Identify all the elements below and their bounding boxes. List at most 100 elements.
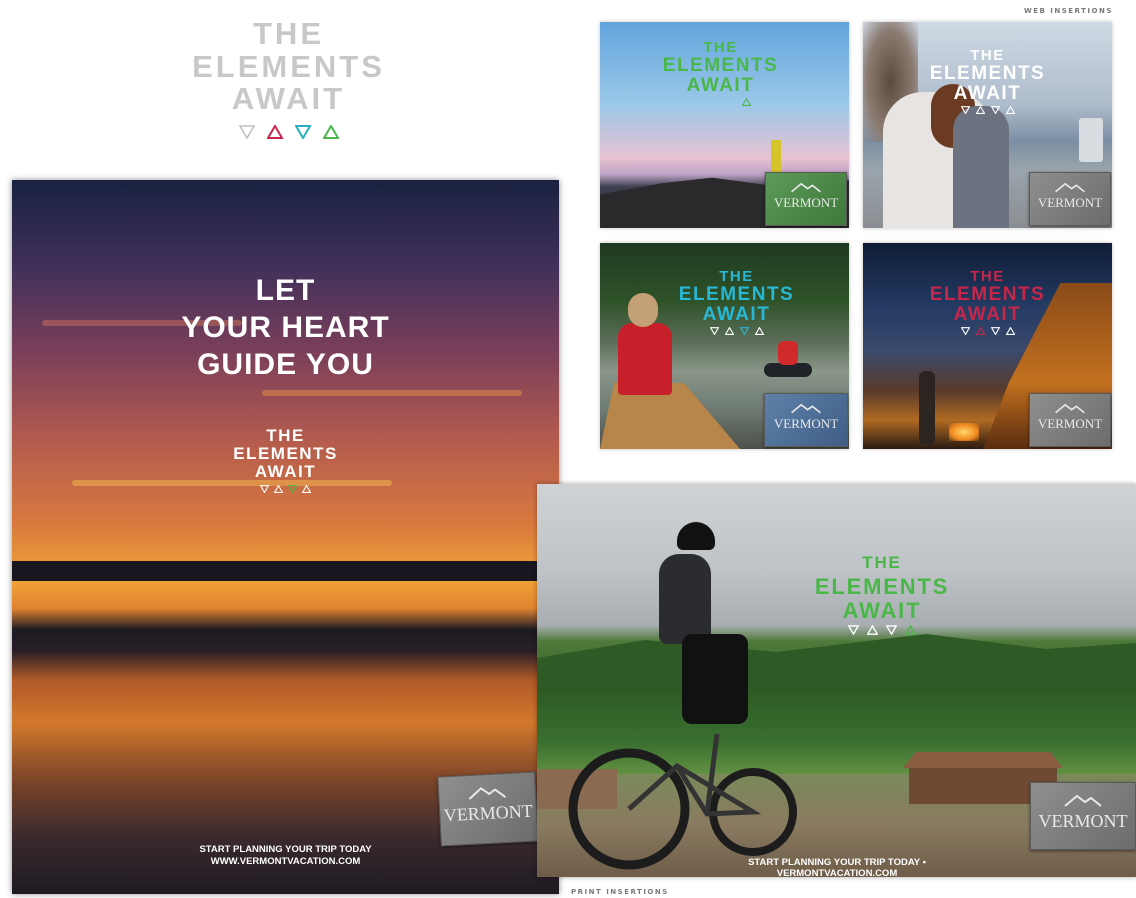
poster-headline: LET YOUR HEART GUIDE YOU — [12, 272, 559, 383]
vermont-tag-label: VERMONT — [1037, 195, 1103, 210]
tile-logo-text: THE ELEMENTS AWAIT — [600, 40, 845, 96]
triangle-up-green-icon — [742, 97, 751, 106]
vermont-tag: VERMONT — [437, 771, 539, 847]
tile-triangles — [863, 105, 1112, 114]
triangle-up-icon — [724, 326, 734, 335]
camper-figure — [919, 371, 935, 445]
web-insertions-caption: WEB INSERTIONS — [1024, 7, 1113, 15]
bike-ad-logo-line: AWAIT — [842, 598, 922, 623]
header-logo: THE ELEMENTS AWAIT — [186, 16, 391, 139]
tile-logo: THE ELEMENTS AWAIT — [863, 269, 1112, 335]
bike-ad-logo-text: THE ELEMENTS AWAIT — [757, 551, 1007, 623]
tile-logo: THE ELEMENTS AWAIT — [612, 269, 849, 335]
tile-triangles — [863, 326, 1112, 335]
tile-logo-text: THE ELEMENTS AWAIT — [863, 48, 1112, 104]
bike-ad-logo: THE ELEMENTS AWAIT — [757, 551, 1007, 635]
tile-logo-line: THE — [719, 268, 754, 285]
tile-logo-line: ELEMENTS — [662, 54, 779, 76]
vermont-tag-label: VERMONT — [1038, 811, 1128, 831]
vermont-tag: VERMONT — [765, 172, 847, 226]
poster-cta-line: WWW.VERMONTVACATION.COM — [210, 856, 361, 867]
triangle-up-green-icon — [322, 124, 339, 139]
mountain-icon — [791, 182, 821, 193]
mountain-icon — [468, 787, 506, 800]
vermont-tag: VERMONT — [764, 393, 848, 447]
poster-logo: THE ELEMENTS AWAIT — [12, 427, 559, 493]
triangle-down-icon — [960, 105, 970, 114]
rider-shorts — [682, 634, 748, 724]
triangle-up-icon — [867, 625, 878, 635]
tile-logo-line: ELEMENTS — [929, 62, 1046, 84]
vermont-tag-label: VERMONT — [1037, 416, 1103, 431]
poster-logo-line: AWAIT — [254, 461, 317, 481]
campfire — [949, 423, 979, 441]
vermont-tag: VERMONT — [1029, 172, 1111, 226]
tile-logo-line: THE — [703, 39, 738, 56]
tile-triangles — [612, 326, 849, 335]
triangle-down-icon — [848, 625, 859, 635]
poster-cta-line: START PLANNING YOUR TRIP TODAY — [199, 844, 372, 855]
triangle-down-teal-icon — [294, 124, 311, 139]
mountain-icon — [1064, 794, 1102, 807]
bike-ad-logo-line: THE — [862, 553, 902, 572]
rider-backpack — [659, 554, 711, 644]
header-logo-line: AWAIT — [231, 81, 346, 117]
vermont-tag-label: VERMONT — [773, 195, 839, 210]
poster-logo-line: THE — [266, 426, 305, 445]
triangle-up-icon — [1005, 326, 1015, 335]
header-logo-line: THE — [253, 16, 324, 51]
kayaker — [778, 341, 798, 365]
bike-ad-triangles — [757, 625, 1007, 635]
triangle-up-red-icon — [975, 326, 985, 335]
tile-logo-line: THE — [970, 47, 1005, 64]
triangle-up-red-icon — [266, 124, 283, 139]
triangle-down-teal-icon — [739, 326, 749, 335]
poster-logo-text: THE ELEMENTS AWAIT — [12, 427, 559, 481]
poster-triangles — [12, 484, 559, 493]
lighthouse — [1079, 118, 1103, 162]
mountain-icon — [791, 403, 821, 414]
triangle-up-icon — [754, 326, 764, 335]
tile-logo-line: ELEMENTS — [929, 283, 1046, 305]
kayak — [764, 363, 812, 377]
tile-logo-line: THE — [970, 268, 1005, 285]
rider-helmet — [677, 522, 715, 550]
tile-logo-text: THE ELEMENTS AWAIT — [863, 269, 1112, 325]
tile-logo-line: AWAIT — [953, 82, 1022, 104]
triangle-up-icon — [274, 484, 283, 493]
sky-streak — [262, 390, 522, 396]
horizon-treeline — [12, 561, 559, 581]
poster-cta: START PLANNING YOUR TRIP TODAY WWW.VERMO… — [12, 844, 559, 868]
tile-logo-line: AWAIT — [953, 303, 1022, 325]
triangle-down-icon — [990, 105, 1000, 114]
bike-ad-cta: START PLANNING YOUR TRIP TODAY • VERMONT… — [748, 857, 926, 877]
man-figure — [953, 106, 1009, 228]
hiker-figure — [771, 140, 781, 172]
print-insertions-caption: PRINT INSERTIONS — [571, 888, 669, 896]
tile-logo-line: AWAIT — [702, 303, 771, 325]
poster-logo-line: ELEMENTS — [233, 443, 338, 463]
triangle-down-green-icon — [288, 484, 297, 493]
sunset-poster: LET YOUR HEART GUIDE YOU THE ELEMENTS AW… — [12, 180, 559, 894]
tile-logo-line: ELEMENTS — [678, 283, 795, 305]
triangle-up-icon — [975, 105, 985, 114]
triangle-down-icon — [260, 484, 269, 493]
headline-line: YOUR HEART — [181, 311, 390, 344]
web-tile-campfire: THE ELEMENTS AWAIT VERMONT — [863, 243, 1112, 449]
headline-line: GUIDE YOU — [197, 348, 374, 381]
web-tile-paddlers: THE ELEMENTS AWAIT VERMONT — [600, 243, 849, 449]
header-logo-text: THE ELEMENTS AWAIT — [186, 16, 391, 117]
header-triangles — [186, 124, 391, 139]
triangle-down-outline-icon — [238, 124, 255, 139]
triangle-down-icon — [886, 625, 897, 635]
triangle-down-icon — [960, 326, 970, 335]
triangle-down-icon — [709, 326, 719, 335]
vermont-tag-label: VERMONT — [443, 800, 534, 826]
web-tile-couple: THE ELEMENTS AWAIT VERMONT — [863, 22, 1112, 228]
triangle-up-green-icon — [905, 625, 916, 635]
tile-logo-line: AWAIT — [686, 74, 755, 96]
vermont-tag-label: VERMONT — [773, 416, 839, 431]
vermont-tag: VERMONT — [1029, 393, 1111, 447]
triangle-up-icon — [1005, 105, 1015, 114]
tile-logo: THE ELEMENTS AWAIT — [863, 48, 1112, 114]
